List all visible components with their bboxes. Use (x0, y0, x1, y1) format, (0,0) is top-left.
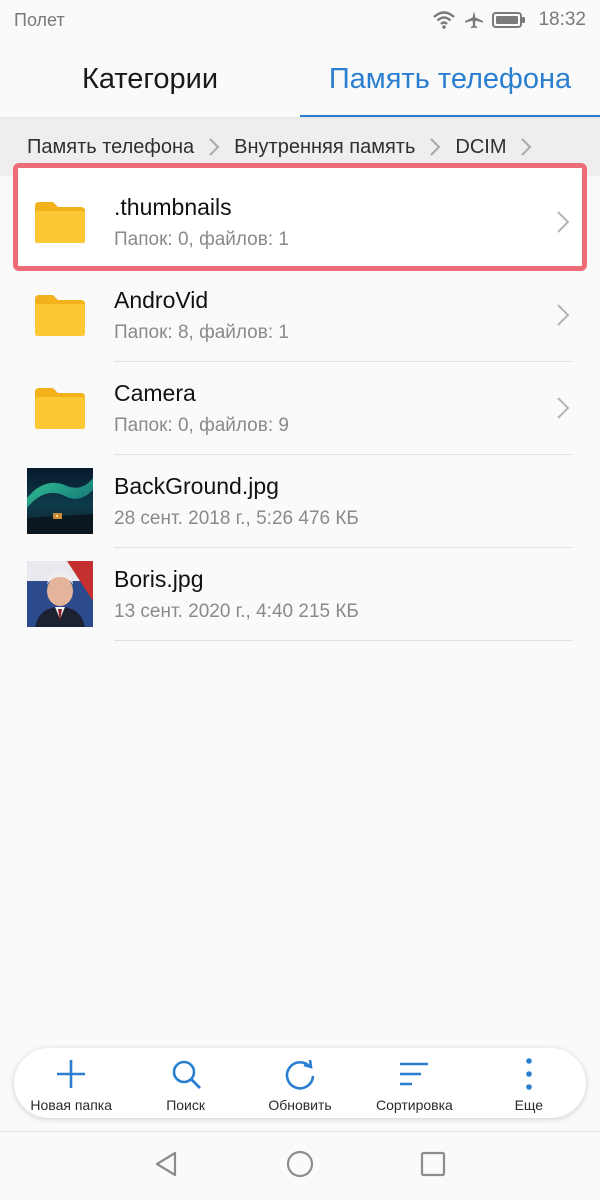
file-meta: Папок: 0, файлов: 9 (114, 415, 289, 436)
battery-icon (492, 11, 526, 29)
breadcrumb-item-phone-memory[interactable]: Память телефона (27, 136, 194, 159)
search-icon (169, 1048, 203, 1091)
tab-phone-memory[interactable]: Память телефона (300, 40, 600, 118)
file-meta: Папок: 0, файлов: 1 (114, 229, 289, 250)
list-item-camera[interactable]: Camera Папок: 0, файлов: 9 (0, 362, 600, 455)
search-button[interactable]: Поиск (128, 1048, 242, 1118)
file-meta: 28 сент. 2018 г., 5:26 476 КБ (114, 508, 359, 529)
list-item-boris-jpg[interactable]: Boris.jpg 13 сент. 2020 г., 4:40 215 КБ (0, 548, 600, 641)
sort-button[interactable]: Сортировка (357, 1048, 471, 1118)
chevron-right-icon (556, 303, 570, 332)
search-label: Поиск (166, 1097, 205, 1113)
refresh-label: Обновить (268, 1097, 332, 1113)
portrait-photo-image (27, 561, 93, 627)
more-button[interactable]: Еще (472, 1048, 586, 1118)
recents-button[interactable] (367, 1150, 500, 1183)
airplane-icon (464, 10, 484, 30)
file-name: AndroVid (114, 287, 209, 313)
recents-square-icon (419, 1150, 447, 1183)
plus-icon (54, 1048, 88, 1091)
new-folder-button[interactable]: Новая папка (14, 1048, 128, 1118)
wifi-icon (432, 10, 456, 30)
more-vertical-icon (512, 1048, 546, 1091)
home-button[interactable] (234, 1150, 367, 1183)
list-item-androvid[interactable]: AndroVid Папок: 8, файлов: 1 (0, 269, 600, 362)
new-folder-label: Новая папка (30, 1097, 112, 1113)
folder-icon (27, 375, 93, 441)
file-name: Boris.jpg (114, 566, 204, 592)
refresh-icon (283, 1048, 317, 1091)
file-meta: Папок: 8, файлов: 1 (114, 322, 289, 343)
breadcrumb: Память телефона Внутренняя память DCIM (0, 118, 600, 176)
bottom-toolbar: Новая папка Поиск Обновить Сортировка Ещ… (14, 1048, 586, 1118)
chevron-right-icon (429, 137, 441, 157)
carrier-label: Полет (14, 9, 65, 30)
row-divider (114, 640, 573, 641)
list-item-background-jpg[interactable]: BackGround.jpg 28 сент. 2018 г., 5:26 47… (0, 455, 600, 548)
chevron-right-icon (208, 137, 220, 157)
file-meta: 13 сент. 2020 г., 4:40 215 КБ (114, 601, 359, 622)
status-icons: 18:32 (432, 9, 586, 31)
file-list: .thumbnails Папок: 0, файлов: 1 AndroVid… (0, 176, 600, 641)
breadcrumb-item-internal-memory[interactable]: Внутренняя память (234, 136, 415, 159)
sort-label: Сортировка (376, 1097, 453, 1113)
back-triangle-icon (153, 1150, 181, 1183)
status-bar: Полет 18:32 (0, 0, 600, 40)
breadcrumb-item-dcim[interactable]: DCIM (455, 136, 506, 159)
file-name: .thumbnails (114, 194, 232, 220)
more-label: Еще (514, 1097, 544, 1113)
refresh-button[interactable]: Обновить (243, 1048, 357, 1118)
aurora-landscape-image (27, 468, 93, 534)
back-button[interactable] (101, 1150, 234, 1183)
sort-icon (397, 1048, 431, 1091)
folder-icon (27, 189, 93, 255)
folder-icon (27, 282, 93, 348)
tab-categories[interactable]: Категории (0, 40, 300, 118)
clock: 18:32 (538, 9, 586, 30)
list-item-thumbnails[interactable]: .thumbnails Папок: 0, файлов: 1 (0, 176, 600, 269)
file-name: BackGround.jpg (114, 473, 279, 499)
chevron-right-icon (556, 210, 570, 239)
chevron-right-icon (556, 396, 570, 425)
chevron-right-icon (520, 137, 532, 157)
tab-bar: Категории Память телефона (0, 40, 600, 118)
home-circle-icon (286, 1150, 314, 1183)
file-name: Camera (114, 380, 196, 406)
system-nav-bar (0, 1131, 600, 1200)
